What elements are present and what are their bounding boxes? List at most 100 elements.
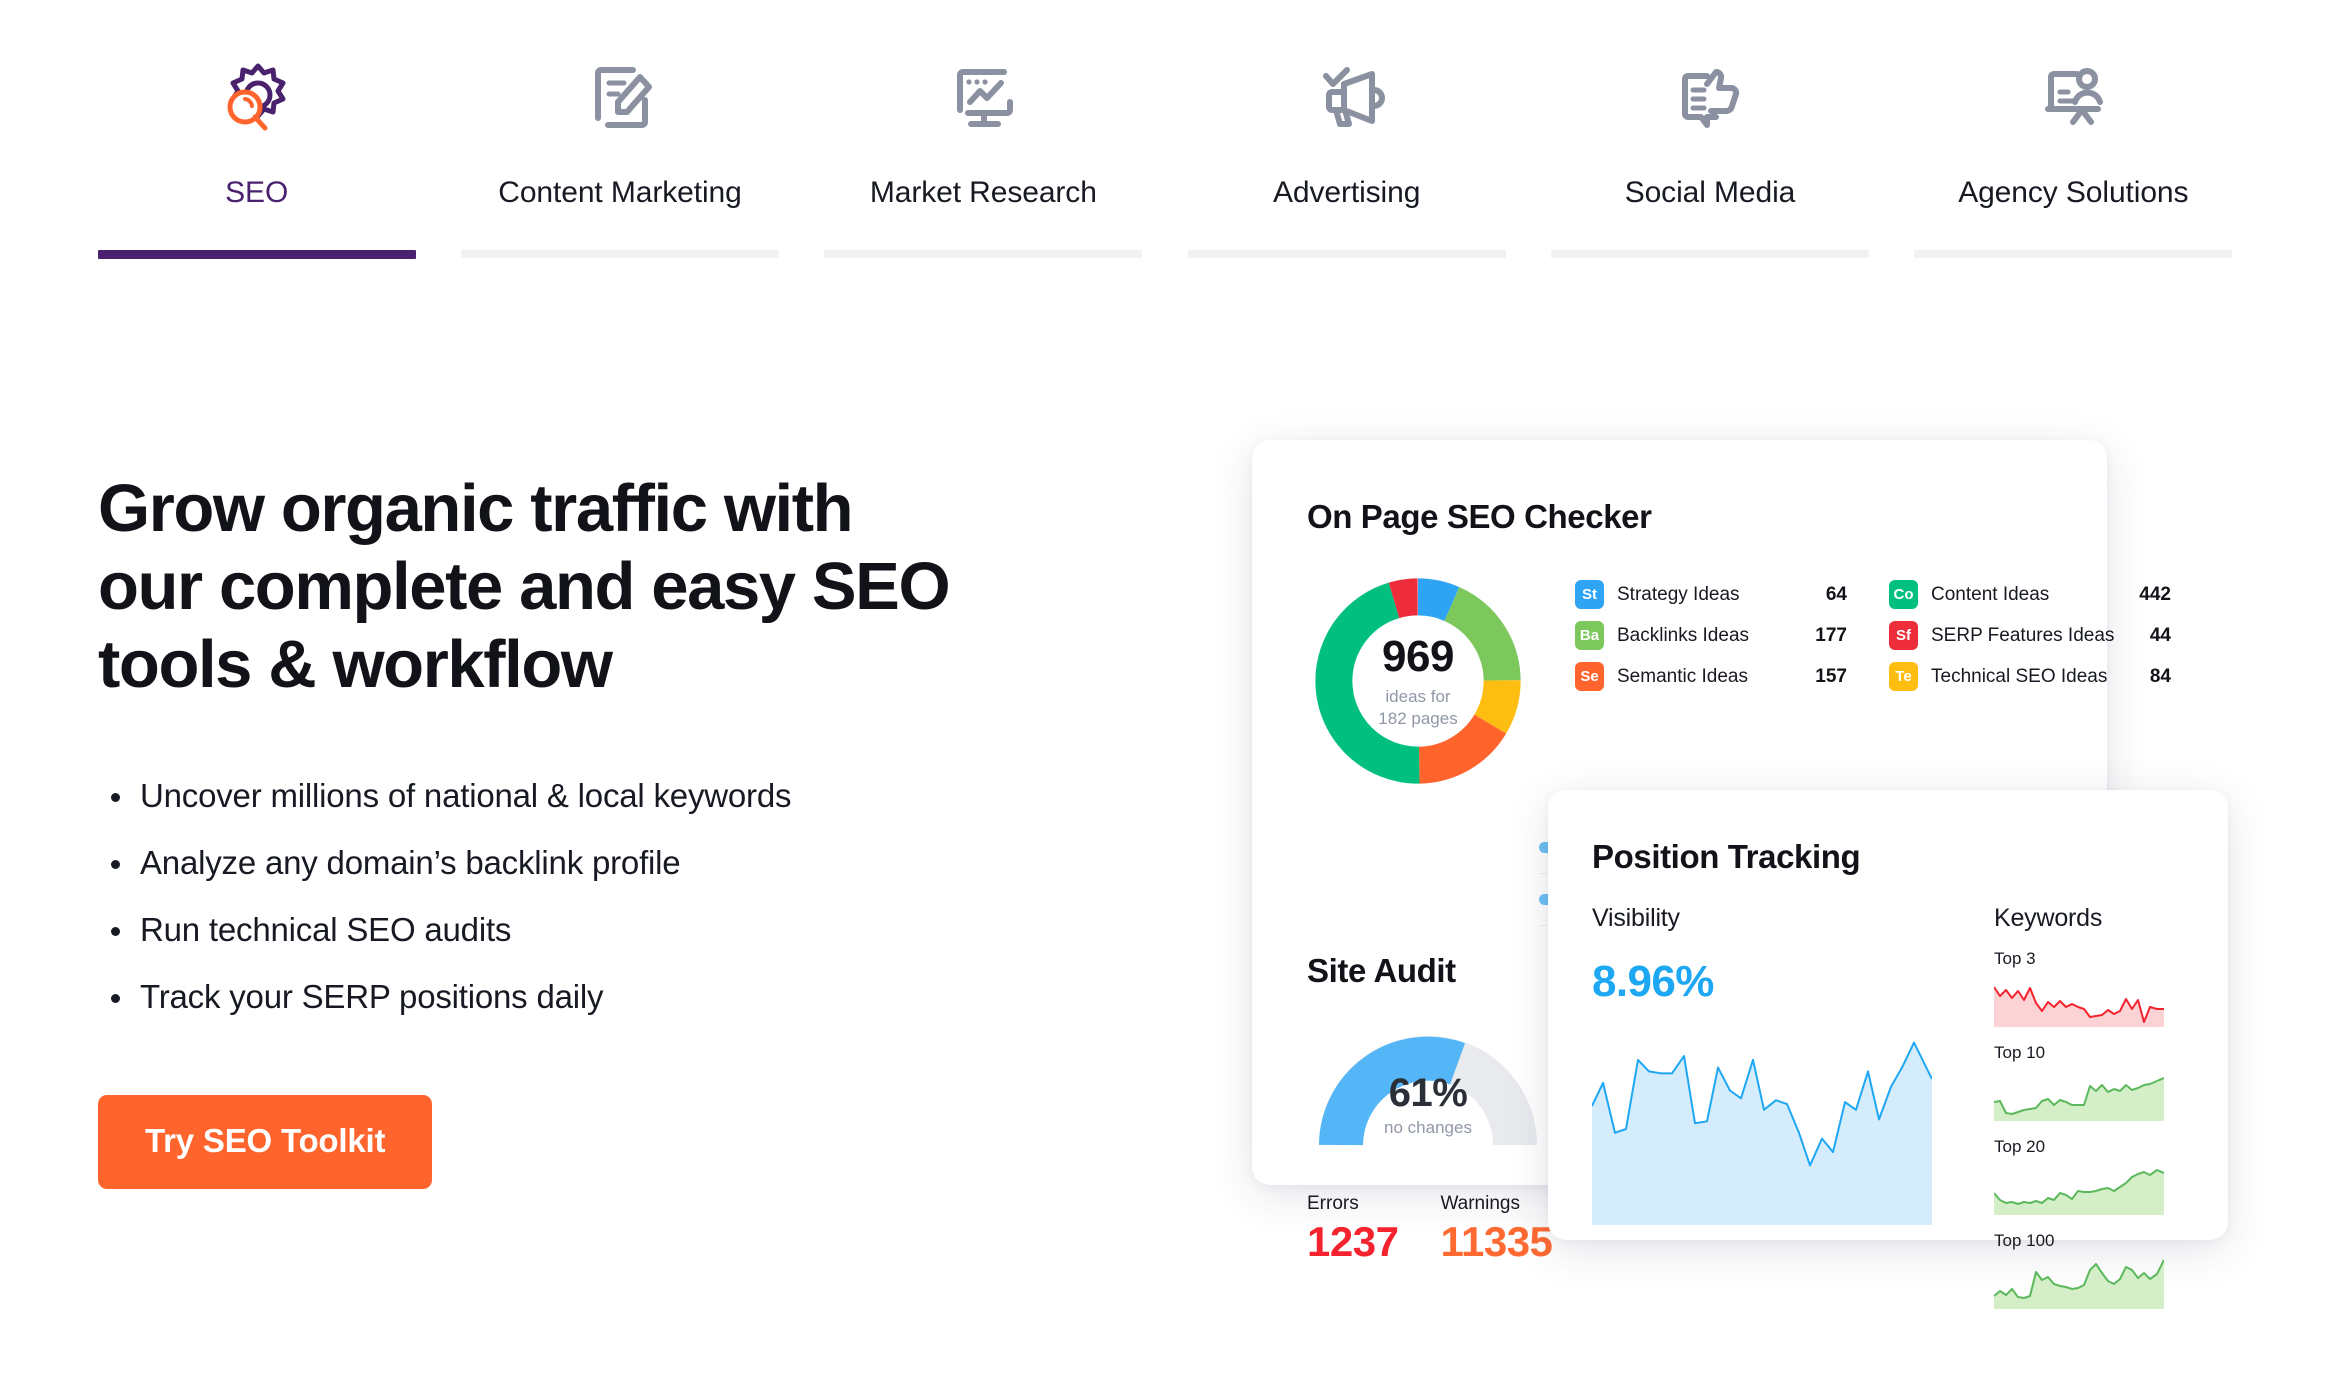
legend-label: Backlinks Ideas bbox=[1617, 624, 1750, 646]
legend-label: SERP Features Ideas bbox=[1931, 624, 2115, 646]
legend-label: Strategy Ideas bbox=[1617, 583, 1740, 605]
tab-label: Content Marketing bbox=[498, 176, 742, 209]
product-screenshot-cards: On Page SEO Checker 969 ideas for 182 pa… bbox=[1240, 430, 2300, 1309]
monitor-chart-icon bbox=[940, 40, 1026, 150]
card-title: On Page SEO Checker bbox=[1307, 498, 1652, 535]
stat-label: Errors bbox=[1307, 1193, 1359, 1214]
list-item: Analyze any domain’s backlink profile bbox=[98, 843, 1168, 883]
keywords-label: Keywords bbox=[1994, 904, 2103, 932]
sparkline-label: Top 10 bbox=[1994, 1043, 2046, 1062]
donut-and-legend: 969 ideas for 182 pages St Strategy Idea… bbox=[1307, 570, 2171, 792]
legend-chip: Co bbox=[1889, 580, 1918, 609]
headline-line-3: tools & workflow bbox=[98, 627, 613, 702]
headline-line-1: Grow organic traffic with bbox=[98, 471, 854, 546]
try-seo-toolkit-button[interactable]: Try SEO Toolkit bbox=[98, 1095, 433, 1189]
keywords-column: Keywords Top 3 Top 10 Top 20 Top 100 bbox=[1994, 904, 2194, 1309]
sparkline-top-10: Top 10 bbox=[1994, 1043, 2194, 1121]
site-health-gauge: 61% no changes bbox=[1313, 1020, 1543, 1153]
hero-section: Grow organic traffic with our complete a… bbox=[98, 470, 1168, 1189]
stat-value: 1237 bbox=[1307, 1218, 1399, 1265]
sparkline-top-3: Top 3 bbox=[1994, 949, 2194, 1027]
tab-label: SEO bbox=[225, 176, 289, 209]
tab-seo[interactable]: SEO bbox=[75, 40, 438, 315]
sparkline-chart bbox=[1994, 1257, 2164, 1309]
donut-total-value: 969 bbox=[1382, 631, 1454, 681]
tab-underline bbox=[1914, 250, 2233, 258]
sparkline-chart bbox=[1994, 1069, 2164, 1121]
list-item: Run technical SEO audits bbox=[98, 910, 1168, 950]
tab-label: Market Research bbox=[869, 176, 1097, 209]
warnings-stat: Warnings 11335 bbox=[1440, 1193, 1552, 1266]
legend-chip: Te bbox=[1889, 662, 1918, 691]
feature-list: Uncover millions of national & local key… bbox=[98, 776, 1168, 1017]
legend-chip: Se bbox=[1575, 662, 1604, 691]
megaphone-check-icon bbox=[1304, 40, 1390, 150]
tab-market-research[interactable]: Market Research bbox=[802, 40, 1165, 315]
position-tracking-card: Position Tracking Visibility 8.96% Keywo… bbox=[1548, 790, 2228, 1309]
tab-agency-solutions[interactable]: Agency Solutions bbox=[1892, 40, 2255, 315]
legend-value: 64 bbox=[1825, 583, 1847, 605]
legend-value: 157 bbox=[1815, 665, 1847, 687]
legend-label: Semantic Ideas bbox=[1617, 665, 1748, 687]
visibility-value: 8.96% bbox=[1592, 957, 1714, 1006]
errors-stat: Errors 1237 bbox=[1307, 1193, 1399, 1266]
ideas-legend: St Strategy Ideas 64 Co Content Ideas 44… bbox=[1575, 570, 2189, 792]
page-title: Grow organic traffic with our complete a… bbox=[98, 470, 1168, 704]
sparkline-top-20: Top 20 bbox=[1994, 1137, 2194, 1215]
sparkline-label: Top 100 bbox=[1994, 1231, 2055, 1250]
stat-label: Warnings bbox=[1440, 1193, 1520, 1214]
sparkline-label: Top 3 bbox=[1994, 949, 2036, 968]
legend-value: 84 bbox=[2149, 665, 2171, 687]
tab-underline bbox=[1187, 250, 1506, 258]
legend-item: St Strategy Ideas 64 bbox=[1575, 580, 1865, 609]
position-tracking-body: Visibility 8.96% Keywords Top 3 Top 10 T… bbox=[1592, 904, 2228, 1309]
product-tab-bar: SEO Content Marketing Market Research Ad… bbox=[75, 40, 2255, 315]
headline-line-2: our complete and easy SEO bbox=[98, 549, 951, 624]
tab-underline bbox=[1550, 250, 1869, 258]
legend-value: 44 bbox=[2149, 624, 2171, 646]
document-pencil-icon bbox=[577, 40, 663, 150]
tab-underline bbox=[460, 250, 779, 258]
legend-label: Content Ideas bbox=[1931, 583, 2050, 605]
visibility-area-chart bbox=[1592, 1033, 1932, 1225]
donut-center-label: 969 ideas for 182 pages bbox=[1307, 570, 1529, 792]
sparkline-label: Top 20 bbox=[1994, 1137, 2046, 1156]
list-item: Uncover millions of national & local key… bbox=[98, 776, 1168, 816]
donut-subtitle: ideas for 182 pages bbox=[1378, 686, 1458, 728]
legend-item: Co Content Ideas 442 bbox=[1889, 580, 2189, 609]
visibility-column: Visibility 8.96% bbox=[1592, 904, 1958, 1309]
tab-label: Social Media bbox=[1624, 176, 1796, 209]
thumbs-up-speech-icon bbox=[1667, 40, 1753, 150]
legend-item: Se Semantic Ideas 157 bbox=[1575, 662, 1865, 691]
tab-label: Agency Solutions bbox=[1958, 176, 2189, 209]
legend-chip: Ba bbox=[1575, 621, 1604, 650]
legend-item: Ba Backlinks Ideas 177 bbox=[1575, 621, 1865, 650]
tab-underline bbox=[97, 250, 416, 259]
sparkline-top-100: Top 100 bbox=[1994, 1231, 2194, 1309]
stat-value: 11335 bbox=[1440, 1218, 1553, 1265]
site-health-change: no changes bbox=[1384, 1118, 1472, 1137]
tab-label: Advertising bbox=[1272, 176, 1421, 209]
legend-value: 177 bbox=[1815, 624, 1847, 646]
sparkline-chart bbox=[1994, 1163, 2164, 1215]
legend-chip: Sf bbox=[1889, 621, 1918, 650]
legend-value: 442 bbox=[2139, 583, 2171, 605]
tab-advertising[interactable]: Advertising bbox=[1165, 40, 1528, 315]
legend-chip: St bbox=[1575, 580, 1604, 609]
tab-social-media[interactable]: Social Media bbox=[1528, 40, 1891, 315]
list-item: Track your SERP positions daily bbox=[98, 977, 1168, 1017]
seo-gear-magnifier-icon bbox=[214, 40, 300, 150]
visibility-label: Visibility bbox=[1592, 904, 1680, 932]
legend-label: Technical SEO Ideas bbox=[1931, 665, 2108, 687]
card-title: Position Tracking bbox=[1592, 838, 1861, 875]
presentation-person-icon bbox=[2030, 40, 2116, 150]
seo-landing-page: SEO Content Marketing Market Research Ad… bbox=[0, 0, 2334, 1379]
sparkline-chart bbox=[1994, 975, 2164, 1027]
gauge-center-label: 61% no changes bbox=[1313, 1072, 1543, 1138]
tab-content-marketing[interactable]: Content Marketing bbox=[438, 40, 801, 315]
legend-item: Sf SERP Features Ideas 44 bbox=[1889, 621, 2189, 650]
tab-underline bbox=[824, 250, 1143, 258]
ideas-donut-chart: 969 ideas for 182 pages bbox=[1307, 570, 1529, 792]
site-health-score: 61% bbox=[1388, 1071, 1468, 1115]
legend-item: Te Technical SEO Ideas 84 bbox=[1889, 662, 2189, 691]
